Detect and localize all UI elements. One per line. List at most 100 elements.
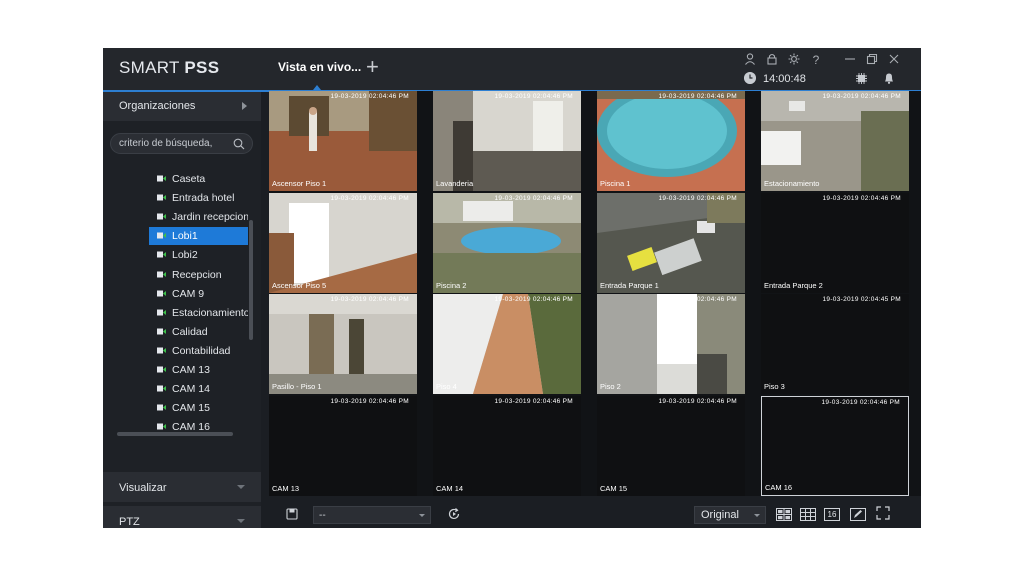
camera-tile[interactable]: 19-03-2019 02:04:46 PM CAM 14 [433,395,581,496]
camera-icon [157,290,166,297]
device-item[interactable]: Contabilidad [149,342,248,360]
refresh-icon[interactable] [447,507,461,521]
device-item-label: CAM 13 [172,364,210,376]
search-box [110,133,253,154]
search-input[interactable] [119,136,231,151]
device-item[interactable]: CAM 14 [149,380,248,398]
camera-timestamp: 19-03-2019 02:04:46 PM [821,398,900,406]
add-tab-button[interactable]: + [366,56,379,78]
camera-name: Entrada Parque 2 [764,280,823,290]
camera-tile[interactable]: 19-03-2019 02:04:46 PM Piscina 2 [433,192,581,293]
camera-tile[interactable]: 19-03-2019 02:04:46 PM Ascensor Piso 1 [269,91,417,191]
fullscreen-icon[interactable] [876,506,890,520]
tab-live-view[interactable]: Vista en vivo... [278,60,361,74]
close-icon[interactable] [887,52,901,66]
camera-timestamp: 19-03-2019 02:04:46 PM [494,93,573,100]
camera-icon [157,347,166,354]
camera-name: CAM 14 [436,483,464,493]
device-item[interactable]: Entrada hotel [149,189,248,207]
camera-tile[interactable]: 19-03-2019 02:04:46 PM CAM 13 [269,395,417,496]
camera-tile[interactable]: 19-03-2019 02:04:46 PM Estacionamiento [761,91,909,191]
camera-tile[interactable]: 19-03-2019 02:04:46 PM CAM 16 [761,395,909,496]
device-item[interactable]: Calidad [149,323,248,341]
device-item[interactable]: Estacionamiento [149,304,248,322]
sidebar: Organizaciones Caseta Entrada hotel Jardin… [103,92,261,528]
camera-name: Piso 3 [764,382,785,391]
device-item-label: Recepcion [172,268,222,281]
save-layout-icon[interactable] [286,508,298,520]
camera-name: CAM 16 [765,482,793,492]
device-item[interactable]: Lobi1 [149,227,248,246]
camera-tile[interactable]: 19-03-2019 02:04:45 PM Piso 3 [761,294,909,394]
camera-name: Estacionamiento [764,179,820,188]
device-item[interactable]: CAM 9 [149,285,248,303]
section-ptz-label: PTZ [119,516,140,528]
tree-vertical-scrollbar[interactable] [249,220,253,340]
camera-timestamp: 19-03-2019 02:04:46 PM [494,194,573,202]
device-item[interactable]: Lobi2 [149,246,248,264]
camera-tile[interactable]: 19-03-2019 02:04:46 PM Ascensor Piso 5 [269,192,417,293]
camera-icon [157,175,166,182]
help-icon[interactable]: ? [809,52,823,66]
camera-name: Piscina 1 [600,179,631,188]
stream-select[interactable]: -- [313,506,431,524]
chevron-down-icon [419,514,425,517]
layout-4-icon[interactable] [776,508,792,521]
camera-name: CAM 15 [600,483,628,493]
camera-feed-image [269,192,417,293]
camera-tile[interactable]: 19-03-2019 02:04:46 PM Piso 2 [597,294,745,394]
chip-icon[interactable] [856,73,867,84]
camera-icon [157,385,166,392]
chevron-down-icon [237,519,245,523]
camera-tile[interactable]: 19-03-2019 02:04:46 PM CAM 15 [597,395,745,496]
layout-9-icon[interactable] [800,508,816,521]
camera-name: Piso 4 [436,382,457,391]
chevron-right-icon [242,102,247,110]
camera-tile[interactable]: 19-03-2019 02:04:46 PM Pasillo - Piso 1 [269,294,417,394]
camera-feed-image [433,294,581,394]
camera-icon [157,404,166,411]
camera-name: Piscina 2 [436,280,467,290]
restore-icon[interactable] [865,52,879,66]
device-item-label: Estacionamiento [172,306,248,319]
search-icon[interactable] [233,138,245,150]
bell-icon[interactable] [883,72,895,84]
camera-tile[interactable]: 19-03-2019 02:04:46 PM Lavanderia [433,91,581,191]
tree-horizontal-scrollbar[interactable] [117,432,233,436]
camera-tile[interactable]: 19-03-2019 02:04:46 PM Piso 4 [433,294,581,394]
device-item[interactable]: Jardin recepcion [149,208,248,226]
camera-timestamp: 19-03-2019 02:04:46 PM [330,93,409,100]
camera-feed-image [597,91,745,191]
camera-feed-image [433,192,581,293]
clock-icon [744,72,756,84]
camera-timestamp: 19-03-2019 02:04:45 PM [822,296,901,303]
layout-16-button[interactable]: 16 [824,508,840,521]
device-item-label: Lobi2 [172,249,198,262]
device-item[interactable]: CAM 16 [149,418,248,430]
camera-name: Entrada Parque 1 [600,280,659,290]
camera-icon [157,194,166,201]
camera-tile[interactable]: 19-03-2019 02:04:46 PM Entrada Parque 2 [761,192,909,293]
bottom-toolbar: -- Original 16 [269,500,921,528]
aspect-ratio-select[interactable]: Original [694,506,766,524]
camera-name: Ascensor Piso 5 [272,280,327,290]
minimize-icon[interactable] [843,52,857,66]
edit-layout-icon[interactable] [850,508,866,521]
section-visualizar[interactable]: Visualizar [103,472,261,502]
chevron-down-icon [237,485,245,489]
device-item[interactable]: Recepcion [149,266,248,284]
camera-timestamp: 19-03-2019 02:04:46 PM [822,194,901,202]
device-item[interactable]: CAM 13 [149,361,248,379]
camera-tile[interactable]: 19-03-2019 02:04:46 PM Entrada Parque 1 [597,192,745,293]
section-ptz[interactable]: PTZ [103,506,261,528]
camera-tile[interactable]: 19-03-2019 02:04:46 PM Piscina 1 [597,91,745,191]
camera-feed-image [597,192,745,293]
user-icon[interactable] [743,52,757,66]
organizations-header[interactable]: Organizaciones [103,92,261,121]
device-item[interactable]: CAM 15 [149,399,248,417]
gear-icon[interactable] [787,52,801,66]
camera-feed-image [269,91,417,191]
device-item[interactable]: Caseta [149,170,248,188]
chevron-down-icon [754,514,760,517]
lock-icon[interactable] [765,52,779,66]
